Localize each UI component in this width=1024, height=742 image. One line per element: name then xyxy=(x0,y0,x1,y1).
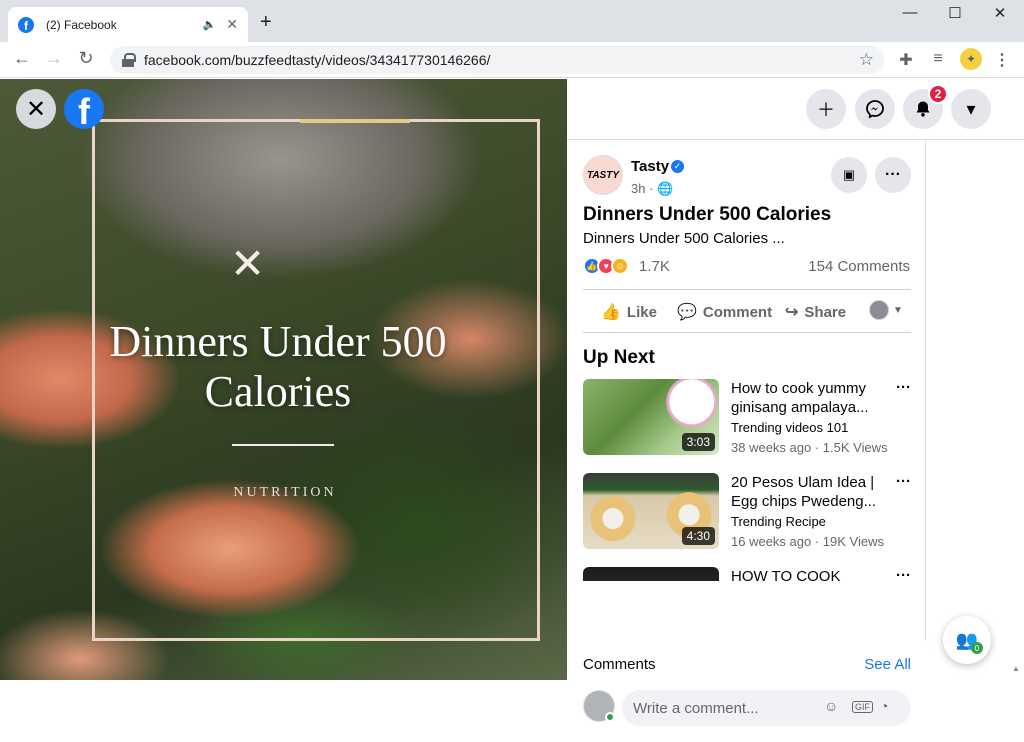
page-name[interactable]: Tasty xyxy=(631,158,669,175)
messenger-button[interactable] xyxy=(855,89,895,129)
video-channel[interactable]: Trending Recipe xyxy=(731,514,826,529)
close-video-button[interactable]: ✕ xyxy=(16,89,56,129)
more-icon[interactable]: ··· xyxy=(896,379,911,396)
online-status-dot xyxy=(605,712,615,722)
top-actions-bar: ＋ 2 ▾ xyxy=(567,79,1024,140)
post-actions: 👍 Like 💬 Comment ↪ Share ▼ xyxy=(583,289,911,333)
address-bar-row: ← → ↻ facebook.com/buzzfeedtasty/videos/… xyxy=(0,42,1024,78)
audio-icon[interactable]: 🔈 xyxy=(203,18,217,31)
contacts-count: 0 xyxy=(971,642,983,654)
star-icon[interactable]: ☆ xyxy=(859,50,874,70)
messenger-icon xyxy=(866,100,884,119)
caret-down-icon: ▼ xyxy=(893,304,903,316)
kebab-icon[interactable]: ⋮ xyxy=(992,50,1012,70)
post-time[interactable]: 3h · 🌐 xyxy=(631,181,673,197)
extensions-icon[interactable]: ✚ xyxy=(896,50,916,70)
video-frame-accent xyxy=(300,119,410,123)
browser-tab[interactable]: f (2) Facebook 🔈 ✕ xyxy=(8,7,248,42)
back-icon[interactable]: ← xyxy=(10,48,34,69)
media-icon[interactable]: ≡ xyxy=(928,50,948,68)
omnibox[interactable]: facebook.com/buzzfeedtasty/videos/343417… xyxy=(110,46,884,74)
care-icon: ☺ xyxy=(611,257,629,275)
comments-header: Comments See All xyxy=(567,641,926,680)
facebook-icon: f xyxy=(18,16,34,33)
profile-icon[interactable]: ✦ xyxy=(960,48,982,70)
up-next-heading: Up Next xyxy=(583,347,655,368)
more-icon[interactable]: ··· xyxy=(896,567,911,581)
comments-label: Comments xyxy=(583,656,656,673)
like-button[interactable]: 👍 Like xyxy=(601,302,657,322)
browser-tab-bar: f (2) Facebook 🔈 ✕ + — ☐ ✕ xyxy=(0,0,1024,42)
video-thumbnail[interactable] xyxy=(583,567,719,581)
video-channel[interactable]: Trending videos 101 xyxy=(731,420,848,435)
sticker-icon[interactable]: ◔ xyxy=(880,698,888,714)
tab-title: (2) Facebook xyxy=(46,17,117,32)
tab-close-icon[interactable]: ✕ xyxy=(226,16,238,33)
video-thumbnail[interactable]: 4:30 xyxy=(583,473,719,549)
video-duration: 4:30 xyxy=(681,527,715,545)
see-all-link[interactable]: See All xyxy=(864,656,911,673)
save-icon[interactable]: ▣ xyxy=(831,157,867,193)
up-next-item[interactable]: 4:30 20 Pesos Ulam Idea | Egg chips Pwed… xyxy=(583,473,911,553)
share-icon: ↪ xyxy=(785,304,799,321)
reactions-summary[interactable]: 👍 ♥ ☺ 1.7K xyxy=(583,257,670,275)
caret-down-icon: ▾ xyxy=(966,98,976,119)
video-title[interactable]: 20 Pesos Ulam Idea | Egg chips Pwedeng..… xyxy=(731,473,891,511)
close-window-button[interactable]: ✕ xyxy=(985,4,1015,22)
fork-knife-icon: ✕ xyxy=(230,240,266,287)
post-title: Dinners Under 500 Calories xyxy=(583,204,832,225)
page-avatar[interactable]: TASTY xyxy=(583,155,623,195)
new-tab-button[interactable]: + xyxy=(260,11,272,34)
close-icon: ✕ xyxy=(25,95,47,123)
video-player[interactable]: ✕ Dinners Under 500 Calories NUTRITION xyxy=(0,79,567,680)
contacts-button[interactable]: 👥 0 xyxy=(943,616,991,664)
gif-icon[interactable]: GIF xyxy=(852,701,873,713)
right-panel: ＋ 2 ▾ TASTY Tasty ✓ 3h · 🌐 ▣ ··· Dinners… xyxy=(567,79,1024,742)
video-thumbnail[interactable]: 3:03 xyxy=(583,379,719,455)
video-title-divider xyxy=(232,444,334,446)
video-title-overlay: Dinners Under 500 Calories xyxy=(109,317,447,416)
maximize-button[interactable]: ☐ xyxy=(940,4,970,22)
lock-icon[interactable] xyxy=(122,53,136,67)
comment-icon: 💬 xyxy=(677,304,697,321)
bell-icon xyxy=(916,101,930,117)
verified-icon: ✓ xyxy=(671,160,684,173)
emoji-icon[interactable]: ☺ xyxy=(824,698,838,714)
video-duration: 3:03 xyxy=(681,433,715,451)
video-title[interactable]: HOW TO COOK xyxy=(731,567,891,581)
forward-icon[interactable]: → xyxy=(42,48,66,69)
like-icon: 👍 xyxy=(601,304,621,321)
comment-button[interactable]: 💬 Comment xyxy=(677,302,772,322)
account-menu-button[interactable]: ▾ xyxy=(951,89,991,129)
globe-icon: 🌐 xyxy=(657,181,674,196)
share-button[interactable]: ↪ Share xyxy=(785,302,846,322)
post-description[interactable]: Dinners Under 500 Calories ... xyxy=(583,230,785,247)
notification-badge: 2 xyxy=(928,84,948,104)
video-subtitle: NUTRITION xyxy=(233,485,337,500)
reload-icon[interactable]: ↻ xyxy=(74,48,98,69)
minimize-button[interactable]: — xyxy=(895,4,925,21)
up-next-item[interactable]: HOW TO COOK ··· xyxy=(583,567,911,581)
more-icon[interactable]: ··· xyxy=(896,473,911,490)
scroll-up-arrow[interactable]: ▲ xyxy=(1012,664,1020,673)
reaction-count[interactable]: 1.7K xyxy=(639,258,670,275)
video-meta: 38 weeks ago · 1.5K Views xyxy=(731,440,888,455)
url-text[interactable]: facebook.com/buzzfeedtasty/videos/343417… xyxy=(144,52,859,68)
video-meta: 16 weeks ago · 19K Views xyxy=(731,534,884,549)
video-title[interactable]: How to cook yummy ginisang ampalaya... xyxy=(731,379,891,417)
plus-icon: ＋ xyxy=(817,100,835,120)
user-avatar xyxy=(869,300,889,320)
audience-selector[interactable]: ▼ xyxy=(869,300,903,320)
facebook-logo[interactable]: f xyxy=(64,89,104,129)
comment-count[interactable]: 154 Comments xyxy=(808,258,910,275)
more-icon[interactable]: ··· xyxy=(875,157,911,193)
comment-composer: ☺ GIF ◔ xyxy=(567,690,926,742)
post-column: TASTY Tasty ✓ 3h · 🌐 ▣ ··· Dinners Under… xyxy=(567,141,926,742)
up-next-item[interactable]: 3:03 How to cook yummy ginisang ampalaya… xyxy=(583,379,911,459)
create-button[interactable]: ＋ xyxy=(806,89,846,129)
